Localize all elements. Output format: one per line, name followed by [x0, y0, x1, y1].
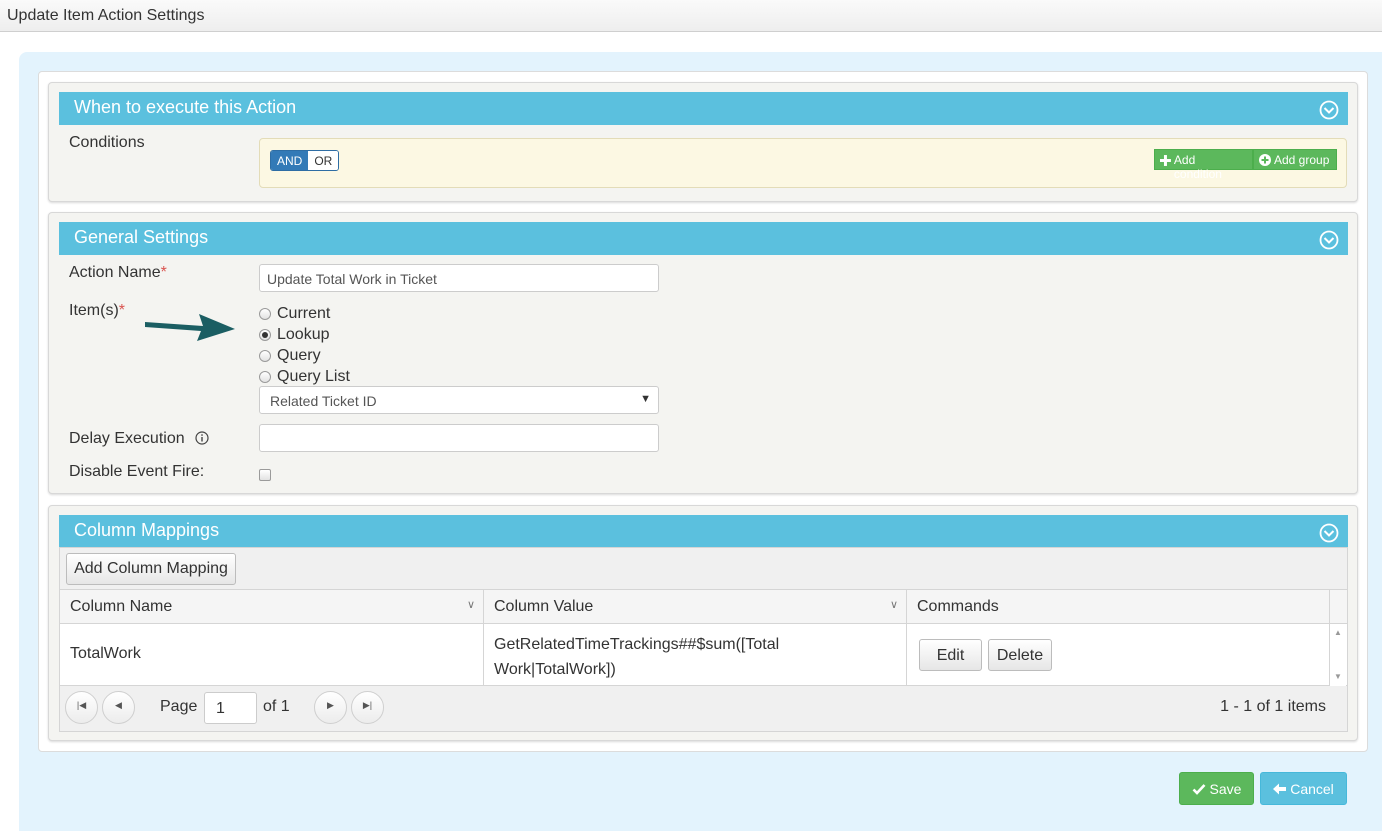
- column-mappings-grid: Add Column Mapping Column Name ∨ Column …: [59, 547, 1348, 732]
- add-condition-button[interactable]: Add condition: [1154, 149, 1253, 181]
- delete-button[interactable]: Delete: [988, 639, 1052, 671]
- when-section-header[interactable]: When to execute this Action: [59, 92, 1348, 125]
- caret-down-icon: ▼: [640, 393, 651, 405]
- chevron-collapse-icon[interactable]: [1319, 230, 1339, 250]
- window-title: Update Item Action Settings: [7, 7, 205, 24]
- and-button[interactable]: AND: [271, 151, 309, 170]
- radio-button[interactable]: [259, 350, 271, 362]
- column-mappings-section: Column Mappings Add Column Mapping Colum…: [48, 505, 1358, 741]
- column-header-value[interactable]: Column Value ∨: [484, 590, 907, 623]
- cell-column-value: GetRelatedTimeTrackings##$sum([Total Wor…: [484, 624, 907, 686]
- next-page-button[interactable]: ▶: [314, 691, 347, 724]
- first-page-icon: |◀: [76, 700, 87, 710]
- required-mark: *: [118, 302, 126, 319]
- radio-button[interactable]: [259, 371, 271, 383]
- scroll-up-icon[interactable]: ▲: [1334, 628, 1342, 637]
- radio-item-current[interactable]: Current: [259, 304, 330, 324]
- action-name-label: Action Name*: [69, 264, 167, 281]
- disable-event-fire-checkbox[interactable]: [259, 469, 271, 481]
- check-icon: [1192, 783, 1205, 795]
- edit-button[interactable]: Edit: [919, 639, 982, 671]
- page-label: Page: [160, 698, 198, 715]
- add-condition-label: Add condition: [1173, 153, 1222, 181]
- chevron-collapse-icon[interactable]: [1319, 100, 1339, 120]
- radio-item-query[interactable]: Query: [259, 346, 321, 366]
- info-icon[interactable]: [195, 431, 209, 445]
- last-page-button[interactable]: ▶|: [351, 691, 384, 724]
- radio-item-lookup[interactable]: Lookup: [259, 325, 330, 345]
- first-page-button[interactable]: |◀: [65, 691, 98, 724]
- window-titlebar: Update Item Action Settings: [0, 0, 1382, 32]
- disable-event-fire-label: Disable Event Fire:: [69, 463, 205, 480]
- column-header-commands: Commands: [907, 590, 1330, 623]
- conditions-label: Conditions: [69, 134, 145, 151]
- when-section: When to execute this Action Conditions A…: [48, 82, 1358, 202]
- save-button[interactable]: Save: [1179, 772, 1254, 805]
- action-name-input[interactable]: Update Total Work in Ticket: [259, 264, 659, 292]
- radio-item-query-list[interactable]: Query List: [259, 367, 350, 387]
- grid-header-row: Column Name ∨ Column Value ∨ Commands: [60, 590, 1347, 624]
- add-group-button[interactable]: Add group: [1253, 149, 1337, 170]
- or-button[interactable]: OR: [308, 151, 339, 170]
- lookup-field-select[interactable]: Related Ticket ID ▼: [259, 386, 659, 414]
- column-mappings-title: Column Mappings: [74, 520, 220, 540]
- add-column-mapping-button[interactable]: Add Column Mapping: [66, 553, 236, 585]
- conditions-builder: AND OR Add condition Add group: [259, 138, 1347, 188]
- arrow-left-icon: [1273, 783, 1287, 794]
- grid-toolbar: Add Column Mapping: [60, 548, 1347, 590]
- add-group-label: Add group: [1274, 153, 1330, 167]
- radio-button-selected[interactable]: [259, 329, 271, 341]
- last-page-icon: ▶|: [362, 700, 373, 710]
- cancel-button[interactable]: Cancel: [1260, 772, 1347, 805]
- arrow-annotation-icon: [145, 314, 235, 341]
- required-mark: *: [160, 264, 167, 281]
- grid-pager: |◀ ◀ Page 1 of 1 ▶ ▶| 1 - 1 of 1 items: [60, 686, 1347, 731]
- scroll-down-icon[interactable]: ▼: [1334, 672, 1342, 681]
- chevron-collapse-icon[interactable]: [1319, 523, 1339, 543]
- vertical-scrollbar[interactable]: ▲ ▼: [1330, 624, 1346, 686]
- and-or-toggle: AND OR: [270, 150, 340, 171]
- next-page-icon: ▶: [327, 700, 334, 710]
- previous-page-button[interactable]: ◀: [102, 691, 135, 724]
- general-settings-header[interactable]: General Settings: [59, 222, 1348, 255]
- plus-icon: [1160, 155, 1171, 166]
- sort-caret-icon[interactable]: ∨: [890, 598, 898, 611]
- cell-column-name: TotalWork: [60, 624, 484, 686]
- page-number-input[interactable]: 1: [204, 692, 257, 724]
- previous-page-icon: ◀: [115, 700, 122, 710]
- column-mappings-header[interactable]: Column Mappings: [59, 515, 1348, 548]
- radio-button[interactable]: [259, 308, 271, 320]
- delay-execution-label: Delay Execution: [69, 430, 185, 447]
- plus-circle-icon: [1259, 154, 1271, 166]
- pager-summary: 1 - 1 of 1 items: [1220, 698, 1326, 715]
- column-header-name[interactable]: Column Name ∨: [60, 590, 484, 623]
- items-label: Item(s)*: [69, 302, 126, 319]
- table-row: TotalWork GetRelatedTimeTrackings##$sum(…: [60, 624, 1347, 686]
- when-section-title: When to execute this Action: [74, 97, 297, 117]
- general-settings-title: General Settings: [74, 227, 209, 247]
- sort-caret-icon[interactable]: ∨: [467, 598, 475, 611]
- delay-execution-input[interactable]: [259, 424, 659, 452]
- page-count-label: of 1: [263, 698, 290, 715]
- general-settings-section: General Settings Action Name* Update Tot…: [48, 212, 1358, 494]
- cell-commands: Edit Delete: [907, 624, 1330, 686]
